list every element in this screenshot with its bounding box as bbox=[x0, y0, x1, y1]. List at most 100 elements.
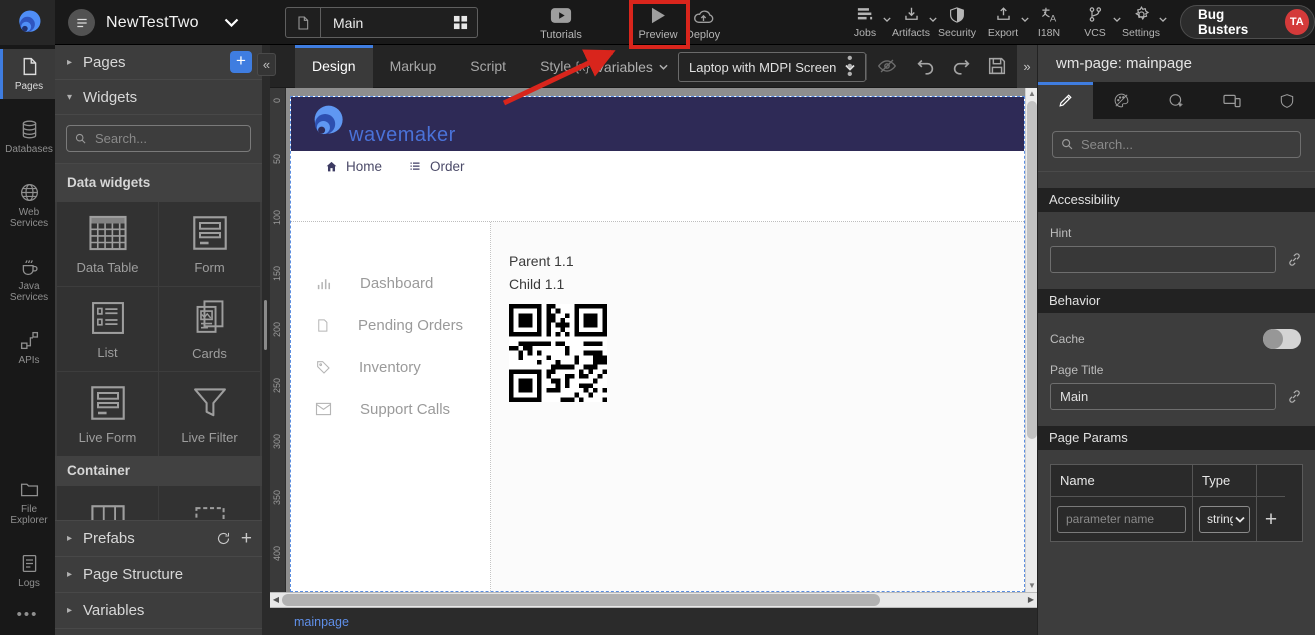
scroll-left-icon[interactable]: ◀ bbox=[270, 593, 282, 607]
page-selector[interactable]: Main bbox=[285, 7, 478, 38]
security-button[interactable]: Security bbox=[934, 3, 980, 39]
add-param-button[interactable]: + bbox=[1265, 509, 1277, 530]
save-icon[interactable] bbox=[986, 55, 1008, 77]
open-page-tab-mainpage[interactable]: mainpage bbox=[294, 615, 349, 629]
more-options-button[interactable]: ••• bbox=[847, 55, 853, 79]
horizontal-scroll-thumb[interactable] bbox=[282, 594, 880, 606]
menu-item-support-calls[interactable]: Support Calls bbox=[291, 388, 490, 430]
nav-home[interactable]: Home bbox=[325, 159, 382, 174]
bind-link-icon[interactable] bbox=[1286, 251, 1303, 268]
rail-item-file-explorer[interactable]: File Explorer bbox=[0, 472, 55, 533]
tab-design[interactable]: Design bbox=[295, 45, 373, 88]
deploy-button[interactable]: Deploy bbox=[672, 4, 734, 41]
add-page-button[interactable]: + bbox=[230, 51, 252, 73]
collapse-panel-button[interactable]: « bbox=[257, 53, 276, 76]
widget-layout-grid[interactable] bbox=[57, 486, 158, 520]
variables-section-header[interactable]: ▸ Variables bbox=[55, 593, 262, 629]
rail-more-button[interactable]: ••• bbox=[0, 606, 55, 623]
widgets-section-header[interactable]: ▾ Widgets bbox=[55, 80, 262, 115]
vcs-button[interactable]: VCS bbox=[1072, 3, 1118, 39]
device-selector[interactable]: Laptop with MDPI Screen bbox=[678, 52, 866, 82]
tab-events[interactable] bbox=[1149, 82, 1204, 119]
rail-item-java-services[interactable]: Java Services bbox=[0, 249, 55, 310]
tab-devices[interactable] bbox=[1204, 82, 1259, 119]
bind-link-icon[interactable] bbox=[1286, 388, 1303, 405]
menu-item-pending-orders[interactable]: Pending Orders bbox=[291, 304, 490, 346]
accessibility-section-header[interactable]: Accessibility bbox=[1038, 188, 1315, 212]
i18n-button[interactable]: A I18N bbox=[1026, 3, 1072, 39]
expand-panel-button[interactable]: » bbox=[1017, 45, 1037, 88]
page-grid-icon[interactable] bbox=[453, 15, 468, 30]
parent-label[interactable]: Parent 1.1 bbox=[509, 250, 1024, 273]
project-switcher[interactable]: NewTestTwo bbox=[68, 0, 239, 45]
chevron-down-icon[interactable] bbox=[224, 18, 239, 27]
artifacts-button[interactable]: Artifacts bbox=[888, 3, 934, 39]
nav-order[interactable]: Order bbox=[408, 159, 465, 174]
param-add-cell: + bbox=[1257, 497, 1285, 541]
rail-item-pages[interactable]: Pages bbox=[0, 49, 55, 99]
widget-data-table[interactable]: Data Table bbox=[57, 202, 158, 286]
canvas-vertical-scrollbar[interactable]: ▲ ▼ bbox=[1025, 88, 1037, 592]
refresh-icon[interactable] bbox=[216, 531, 231, 546]
properties-panel: wm-page: mainpage Accessibility bbox=[1037, 45, 1315, 635]
qr-code-image[interactable] bbox=[509, 304, 607, 402]
data-table-icon bbox=[87, 214, 129, 252]
menu-item-dashboard[interactable]: Dashboard bbox=[291, 262, 490, 304]
column-header-type: Type bbox=[1193, 465, 1257, 497]
behavior-section-header[interactable]: Behavior bbox=[1038, 289, 1315, 313]
settings-button[interactable]: Settings bbox=[1118, 3, 1164, 39]
wm-page-canvas[interactable]: wavemaker Home Order bbox=[290, 96, 1025, 592]
widget-live-form[interactable]: Live Form bbox=[57, 372, 158, 456]
menu-item-inventory[interactable]: Inventory bbox=[291, 346, 490, 388]
rail-item-apis[interactable]: APIs bbox=[0, 323, 55, 373]
team-button[interactable]: Bug Busters TA bbox=[1180, 5, 1315, 39]
page-title-field: Page Title bbox=[1038, 363, 1315, 410]
tutorials-button[interactable]: Tutorials bbox=[530, 4, 592, 41]
user-avatar[interactable]: TA bbox=[1285, 9, 1309, 35]
jobs-button[interactable]: Jobs bbox=[842, 3, 888, 39]
page-header-widget[interactable]: wavemaker bbox=[291, 97, 1024, 151]
param-type-select[interactable]: string bbox=[1199, 506, 1250, 533]
rail-item-databases[interactable]: Databases bbox=[0, 112, 55, 162]
pencil-icon bbox=[1057, 92, 1074, 109]
hint-input[interactable] bbox=[1050, 246, 1276, 273]
cache-toggle[interactable] bbox=[1263, 329, 1301, 349]
export-button[interactable]: Export bbox=[980, 3, 1026, 39]
tab-markup[interactable]: Markup bbox=[373, 45, 454, 88]
widget-search-input[interactable] bbox=[66, 125, 251, 152]
vertical-scroll-thumb[interactable] bbox=[1027, 101, 1037, 439]
scroll-right-icon[interactable]: ▶ bbox=[1025, 593, 1037, 607]
redo-icon[interactable] bbox=[950, 55, 973, 77]
scroll-up-icon[interactable]: ▲ bbox=[1026, 88, 1037, 100]
page-params-section-header[interactable]: Page Params bbox=[1038, 426, 1315, 450]
param-name-input[interactable] bbox=[1057, 506, 1186, 533]
tab-styles[interactable] bbox=[1093, 82, 1148, 119]
widget-list[interactable]: List bbox=[57, 287, 158, 371]
pages-section-header[interactable]: ▸ Pages + bbox=[55, 45, 262, 80]
widget-live-filter[interactable]: Live Filter bbox=[159, 372, 260, 456]
wavemaker-logo[interactable] bbox=[0, 0, 55, 45]
child-label[interactable]: Child 1.1 bbox=[509, 273, 1024, 296]
scroll-down-icon[interactable]: ▼ bbox=[1026, 580, 1037, 592]
tab-properties[interactable] bbox=[1038, 82, 1093, 119]
page-params-table: Name Type string + bbox=[1050, 464, 1303, 542]
canvas-horizontal-scrollbar[interactable]: ◀ ▶ bbox=[270, 592, 1037, 608]
page-structure-section-header[interactable]: ▸ Page Structure bbox=[55, 557, 262, 593]
rail-item-web-services[interactable]: Web Services bbox=[0, 175, 55, 236]
variables-dropdown[interactable]: {x} Variables bbox=[575, 45, 668, 88]
variables-icon: {x} bbox=[575, 60, 590, 74]
tab-security[interactable] bbox=[1260, 82, 1315, 119]
properties-search-input[interactable] bbox=[1052, 131, 1301, 158]
rail-item-logs[interactable]: Logs bbox=[0, 546, 55, 596]
widget-container[interactable] bbox=[159, 486, 260, 520]
panel-scrollbar[interactable] bbox=[264, 300, 267, 350]
widget-cards[interactable]: Cards bbox=[159, 287, 260, 371]
widget-form[interactable]: Form bbox=[159, 202, 260, 286]
hide-outline-icon[interactable] bbox=[875, 55, 899, 77]
divider bbox=[320, 8, 321, 37]
tab-script[interactable]: Script bbox=[453, 45, 523, 88]
add-prefab-button[interactable]: + bbox=[241, 531, 252, 547]
page-title-input[interactable] bbox=[1050, 383, 1276, 410]
prefabs-section-header[interactable]: ▸ Prefabs + bbox=[55, 521, 262, 557]
undo-icon[interactable] bbox=[914, 55, 937, 77]
